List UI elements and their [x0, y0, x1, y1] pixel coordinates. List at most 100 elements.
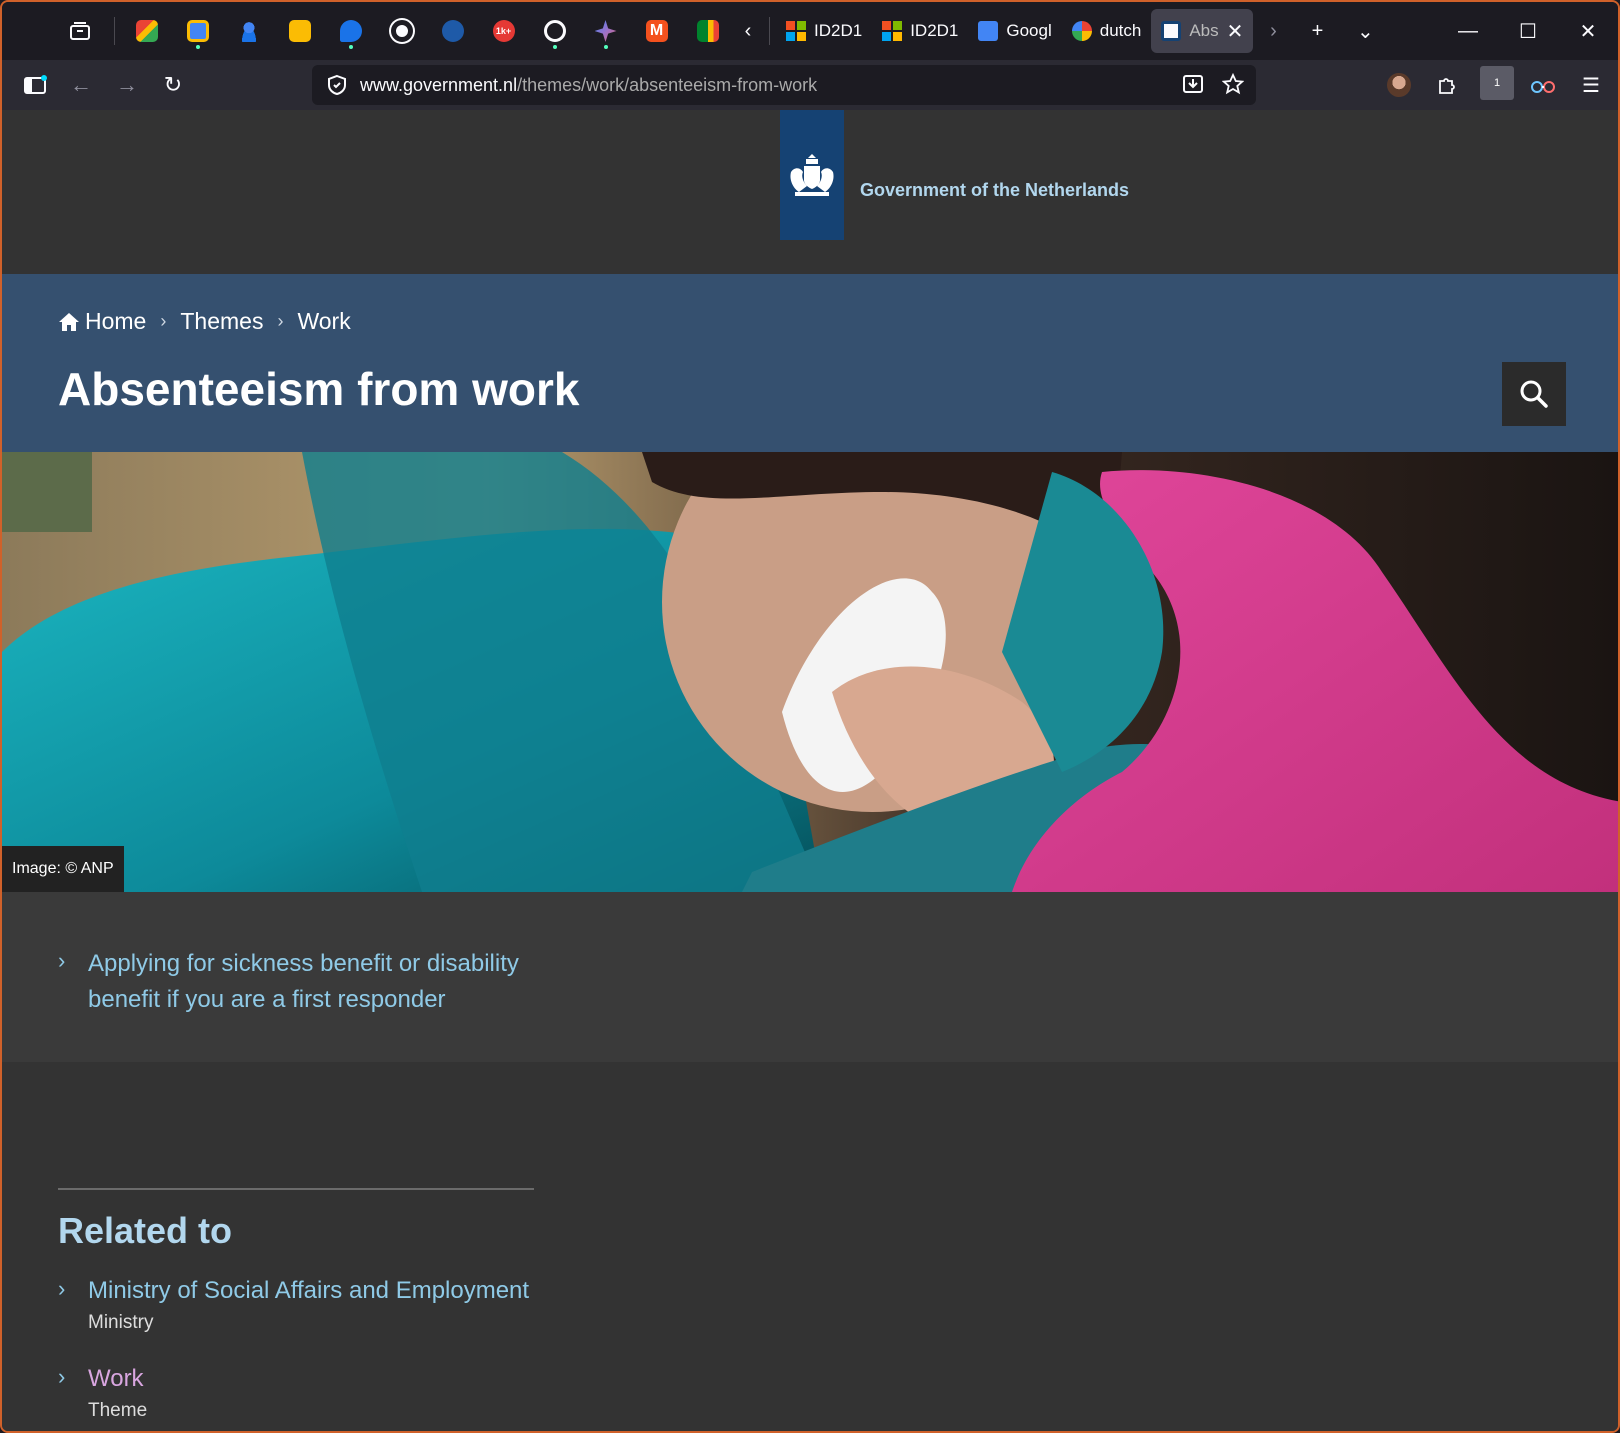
toolbar-right: 1 ☰ — [1382, 65, 1608, 105]
search-icon — [1520, 380, 1548, 408]
related-item-type: Theme — [88, 1400, 148, 1421]
close-window-icon[interactable]: ✕ — [1558, 2, 1618, 60]
breadcrumb-themes[interactable]: Themes — [180, 308, 263, 335]
link-sickness-benefit[interactable]: › Applying for sickness benefit or disab… — [58, 946, 519, 1018]
chatgpt-icon — [543, 20, 566, 42]
tab-label: ID2D1 — [910, 21, 959, 40]
pinned-tab-blue-app[interactable] — [427, 11, 478, 51]
chevron-right-icon: › — [277, 311, 284, 331]
pinned-tab-badge[interactable]: 1k+ — [478, 11, 529, 51]
chevron-right-icon: › — [160, 311, 167, 331]
government-icon — [1161, 21, 1182, 41]
window-controls: — ☐ ✕ — [1438, 2, 1618, 60]
extension-badge: 1 — [1480, 66, 1514, 100]
tab-label: ID2D1 — [814, 21, 863, 40]
page-title-band: Home › Themes › Work Absenteeism from wo… — [2, 274, 1618, 452]
home-icon — [59, 312, 79, 331]
save-to-pocket-download-icon[interactable] — [1182, 73, 1204, 95]
gemini-icon — [594, 20, 617, 42]
search-button[interactable] — [1502, 362, 1566, 426]
sidebar-toggle-icon[interactable] — [12, 65, 58, 105]
contacts-icon — [237, 20, 260, 42]
site-name[interactable]: Government of the Netherlands — [860, 180, 1129, 201]
tab-google-translate[interactable]: Googl — [968, 9, 1061, 53]
new-tab-icon[interactable]: + — [1293, 11, 1341, 51]
related-item-label[interactable]: Work — [88, 1362, 144, 1396]
tab-absenteeism[interactable]: Abs ✕ — [1151, 9, 1254, 53]
m-app-icon: M — [645, 20, 668, 42]
github-icon — [390, 20, 413, 42]
pinned-tab-keep[interactable] — [274, 11, 325, 51]
account-avatar-icon[interactable] — [1382, 68, 1416, 102]
tab-label: dutch — [1099, 21, 1142, 40]
tab-id2d1-first[interactable]: ID2D1 — [776, 9, 872, 53]
related-item-label[interactable]: Ministry of Social Affairs and Employmen… — [88, 1274, 529, 1308]
google-icon — [1071, 21, 1092, 41]
reload-icon[interactable]: ↻ — [150, 65, 196, 105]
breadcrumb-work[interactable]: Work — [297, 308, 350, 335]
subtopic-links: › Applying for sickness benefit or disab… — [2, 892, 1618, 1062]
app-menu-icon[interactable]: ☰ — [1574, 68, 1608, 102]
chevron-right-icon: › — [58, 1276, 66, 1301]
blue-app-icon — [441, 20, 464, 42]
pinned-tab-meet[interactable] — [682, 11, 733, 51]
pinned-tab-contacts[interactable] — [223, 11, 274, 51]
hero-photo-sick-woman: Image: © ANP — [2, 452, 1618, 892]
extensions-puzzle-icon[interactable] — [1430, 68, 1464, 102]
breadcrumb: Home › Themes › Work — [58, 308, 351, 335]
keep-icon — [288, 20, 311, 42]
scroll-tabs-left-icon[interactable]: ‹ — [733, 11, 763, 51]
browser-window: 1k+ M ‹ ID2D1 ID2D1 Googl dutch Abs ✕ › … — [0, 0, 1620, 1433]
tab-google-search[interactable]: dutch — [1062, 9, 1152, 53]
page-title: Absenteeism from work — [58, 363, 580, 415]
rijksoverheid-logo[interactable] — [780, 110, 844, 240]
image-credit: Image: © ANP — [2, 846, 124, 892]
reader-glasses-icon[interactable] — [1526, 68, 1560, 102]
chat-icon — [339, 20, 362, 42]
calendar-icon — [186, 20, 209, 42]
close-tab-icon[interactable]: ✕ — [1227, 19, 1244, 44]
tab-label: Abs — [1189, 21, 1219, 40]
meet-icon — [696, 20, 719, 42]
scroll-tabs-right-icon[interactable]: › — [1253, 11, 1293, 51]
minimize-icon[interactable]: — — [1438, 2, 1498, 60]
link-label[interactable]: Applying for sickness benefit or disabil… — [88, 946, 519, 1018]
list-all-tabs-icon[interactable]: ⌄ — [1341, 11, 1389, 51]
tracking-protection-shield-icon[interactable] — [326, 74, 348, 96]
site-header: Government of the Netherlands — [2, 110, 1618, 274]
maximize-icon[interactable]: ☐ — [1498, 2, 1558, 60]
tab-overview-icon[interactable] — [52, 11, 108, 51]
chevron-right-icon: › — [58, 1364, 66, 1389]
url-text[interactable]: www.government.nl/themes/work/absenteeis… — [360, 75, 817, 96]
ublock-shield-icon[interactable]: 1 — [1478, 66, 1514, 102]
pinned-tab-gmail[interactable] — [121, 11, 172, 51]
gmail-icon — [135, 20, 158, 42]
related-item-ministry[interactable]: › Ministry of Social Affairs and Employm… — [58, 1274, 534, 1334]
breadcrumb-home[interactable]: Home — [85, 308, 146, 335]
pinned-tab-calendar[interactable] — [172, 11, 223, 51]
forward-arrow-icon[interactable]: → — [104, 65, 150, 105]
pinned-tab-gemini[interactable] — [580, 11, 631, 51]
related-heading: Related to — [58, 1210, 233, 1251]
coat-of-arms-icon — [790, 154, 834, 196]
related-item-type: Ministry — [88, 1312, 154, 1333]
related-section: Related to › Ministry of Social Affairs … — [58, 1188, 534, 1422]
pinned-tab-github[interactable] — [376, 11, 427, 51]
chevron-right-icon: › — [58, 948, 66, 973]
tab-strip: 1k+ M ‹ ID2D1 ID2D1 Googl dutch Abs ✕ › … — [2, 2, 1618, 60]
google-translate-icon — [978, 21, 999, 41]
pinned-tab-chatgpt[interactable] — [529, 11, 580, 51]
pinned-tab-chat[interactable] — [325, 11, 376, 51]
bookmark-star-icon[interactable] — [1222, 73, 1244, 95]
tab-label: Googl — [1006, 21, 1052, 40]
microsoft-icon — [882, 21, 903, 41]
web-page: Government of the Netherlands Home › The… — [2, 110, 1618, 1431]
related-item-work[interactable]: › Work Theme — [58, 1362, 534, 1422]
navigation-toolbar: ← → ↻ www.government.nl/themes/work/abse… — [2, 60, 1618, 110]
pinned-tab-m-app[interactable]: M — [631, 11, 682, 51]
back-arrow-icon[interactable]: ← — [58, 65, 104, 105]
address-bar[interactable]: www.government.nl/themes/work/absenteeis… — [312, 65, 1256, 105]
badge-1k-icon: 1k+ — [492, 20, 515, 42]
section-divider — [58, 1188, 534, 1190]
tab-id2d1-second[interactable]: ID2D1 — [872, 9, 968, 53]
